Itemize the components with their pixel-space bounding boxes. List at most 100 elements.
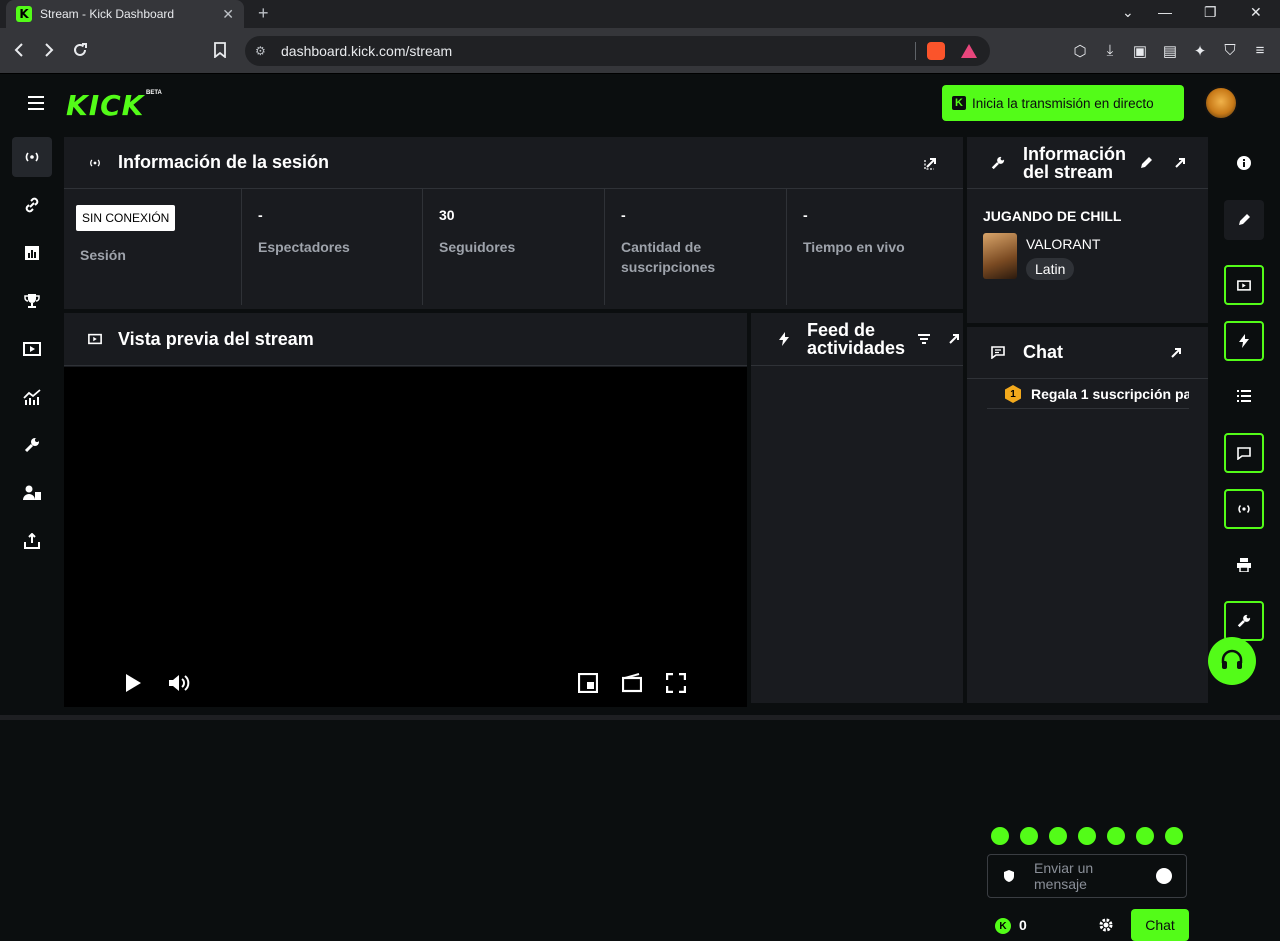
address-bar[interactable]: ⚙ dashboard.kick.com/stream: [245, 36, 990, 66]
volume-icon[interactable]: [168, 673, 190, 693]
new-tab-icon[interactable]: +: [258, 3, 269, 24]
headset-icon: [1221, 649, 1243, 669]
wrench-icon[interactable]: [1224, 601, 1264, 641]
stats-icon[interactable]: [12, 377, 52, 417]
site-settings-icon[interactable]: ⚙: [255, 44, 269, 58]
menu-icon[interactable]: ≡: [1251, 42, 1269, 59]
video-icon[interactable]: [1224, 265, 1264, 305]
theater-mode-icon[interactable]: [622, 673, 642, 693]
analytics-icon[interactable]: [12, 233, 52, 273]
kick-logo[interactable]: KICK: [66, 89, 144, 122]
pinned-text: Regala 1 suscripción pa: [1031, 386, 1189, 402]
close-window-icon[interactable]: ✕: [1250, 4, 1262, 21]
wrench-icon[interactable]: [12, 425, 52, 465]
extensions-icon[interactable]: ⬡: [1071, 42, 1089, 60]
info-icon[interactable]: [1224, 143, 1264, 183]
points-count: 0: [1019, 917, 1027, 933]
download-icon[interactable]: ⤓: [1101, 42, 1119, 59]
vpn-icon[interactable]: ⛉: [1221, 42, 1239, 59]
stream-info-header: Información del stream: [967, 137, 1208, 189]
broadcast-icon[interactable]: [1224, 489, 1264, 529]
activity-title: Feed de actividades: [807, 320, 906, 358]
chat-bubble-icon[interactable]: [1224, 433, 1264, 473]
forward-icon[interactable]: [42, 42, 56, 58]
link-icon[interactable]: [12, 185, 52, 225]
emoji-icon[interactable]: [1156, 868, 1172, 884]
emote-icon[interactable]: [1107, 827, 1125, 845]
minimize-icon[interactable]: —: [1158, 4, 1172, 20]
upload-icon[interactable]: [12, 521, 52, 561]
support-headset-button[interactable]: [1208, 637, 1256, 685]
emote-icon[interactable]: [1136, 827, 1154, 845]
session-title: Información de la sesión: [118, 152, 330, 172]
stat-value: -: [621, 207, 626, 223]
emote-icon[interactable]: [991, 827, 1009, 845]
settings-gear-icon[interactable]: [1098, 917, 1114, 933]
bookmark-icon[interactable]: [214, 42, 226, 58]
popout-icon[interactable]: [1169, 346, 1183, 360]
popout-icon[interactable]: [947, 332, 961, 346]
tab-search-icon[interactable]: ⌄: [1122, 4, 1134, 21]
shield-icon[interactable]: [1002, 869, 1016, 883]
stream-title: JUGANDO DE CHILL: [983, 208, 1122, 224]
kick-coin-icon: K: [995, 918, 1011, 934]
users-icon[interactable]: [12, 473, 52, 513]
video-icon[interactable]: [12, 329, 52, 369]
reload-icon[interactable]: [72, 42, 88, 58]
back-icon[interactable]: [12, 42, 26, 58]
stream-info-title: Información del stream: [1023, 143, 1127, 182]
play-icon[interactable]: [124, 673, 142, 693]
stat-live-time: - Tiempo en vivo: [787, 189, 963, 305]
preview-header: Vista previa del stream: [64, 313, 747, 366]
category-name[interactable]: VALORANT: [1026, 236, 1100, 252]
emote-icon[interactable]: [1165, 827, 1183, 845]
activity-feed-panel: Feed de actividades: [751, 313, 963, 703]
stat-followers: 30 Seguidores: [423, 189, 605, 305]
lightning-icon[interactable]: [1224, 321, 1264, 361]
url-text: dashboard.kick.com/stream: [281, 43, 453, 59]
stat-label: Cantidad de suscripciones: [621, 239, 716, 275]
dashboard-app: KICK BETA K Inicia la transmisión en dir…: [0, 75, 1280, 941]
filter-icon[interactable]: [917, 333, 931, 347]
stream-preview-panel: Vista previa del stream: [64, 313, 747, 707]
video-player[interactable]: [64, 367, 747, 707]
popout-icon[interactable]: [1173, 156, 1187, 170]
popout-icon[interactable]: [924, 156, 938, 170]
pinned-gift-banner[interactable]: 1 Regala 1 suscripción pa: [987, 385, 1189, 409]
gift-badge-icon: 1: [1005, 385, 1021, 403]
stat-session: SIN CONEXIÓN Sesión: [64, 189, 242, 305]
edit-pencil-icon[interactable]: [1224, 200, 1264, 240]
category-thumbnail[interactable]: [983, 233, 1017, 279]
emote-icon[interactable]: [1020, 827, 1038, 845]
offline-badge: SIN CONEXIÓN: [76, 205, 176, 231]
avatar[interactable]: [1204, 86, 1238, 120]
stream-info-panel: Información del stream JUGANDO DE CHILL …: [967, 137, 1208, 323]
beta-badge: BETA: [146, 90, 162, 96]
fullscreen-icon[interactable]: [666, 673, 686, 693]
close-tab-icon[interactable]: ✕: [222, 6, 234, 23]
hamburger-menu-icon[interactable]: [28, 96, 44, 110]
wallet-icon[interactable]: ▤: [1161, 42, 1179, 60]
miniplayer-icon[interactable]: [578, 673, 598, 693]
edit-pencil-icon[interactable]: [1139, 156, 1153, 170]
go-live-button[interactable]: K Inicia la transmisión en directo: [942, 85, 1184, 121]
restore-icon[interactable]: ❐: [1204, 4, 1217, 21]
chat-message-input[interactable]: Enviar un mensaje: [987, 854, 1187, 898]
sidebar-icon[interactable]: ▣: [1131, 42, 1149, 60]
emote-icon[interactable]: [1049, 827, 1067, 845]
brave-rewards-icon[interactable]: [961, 44, 977, 58]
stat-viewers: - Espectadores: [242, 189, 423, 305]
list-icon[interactable]: [1224, 376, 1264, 416]
broadcast-icon[interactable]: [12, 137, 52, 177]
emote-icon[interactable]: [1078, 827, 1096, 845]
stat-label: Seguidores: [439, 239, 516, 255]
browser-tab[interactable]: K Stream - Kick Dashboard ✕: [6, 0, 244, 28]
trophy-icon[interactable]: [12, 281, 52, 321]
brave-shields-icon[interactable]: [927, 42, 945, 60]
print-icon[interactable]: [1224, 545, 1264, 585]
preview-title: Vista previa del stream: [118, 328, 314, 349]
leo-ai-icon[interactable]: ✦: [1191, 42, 1209, 60]
chat-header: Chat: [967, 327, 1208, 379]
chat-send-button[interactable]: Chat: [1131, 909, 1189, 941]
stat-value: -: [803, 207, 808, 223]
